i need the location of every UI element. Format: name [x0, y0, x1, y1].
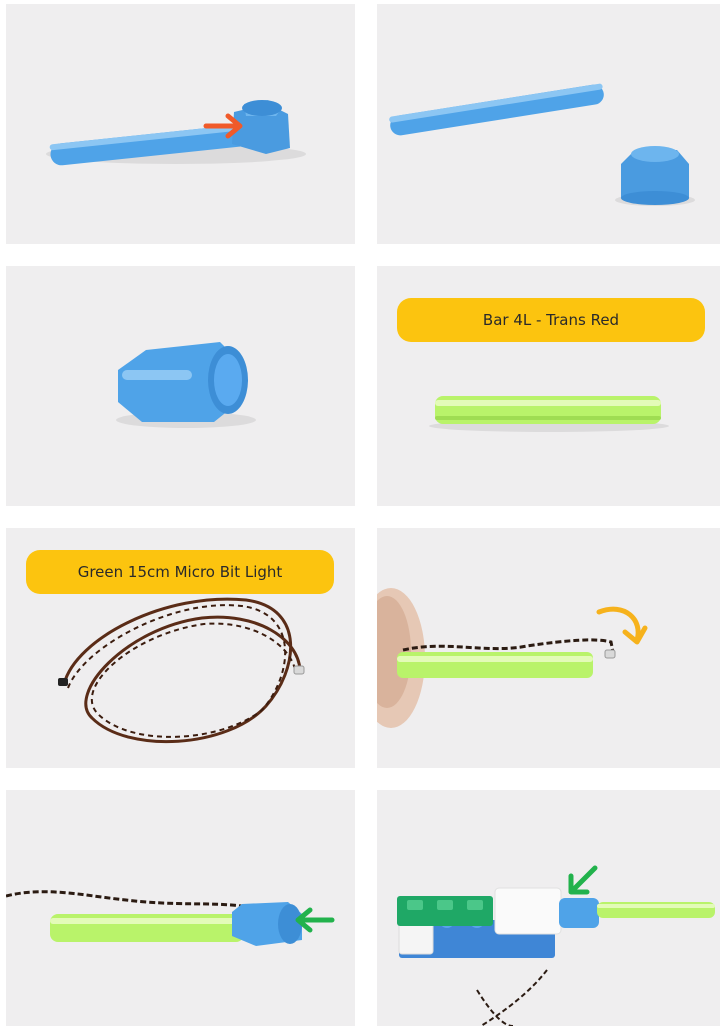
arrow-down-left-green-icon [568, 865, 598, 895]
step-photo-2 [377, 4, 720, 244]
curved-arrow-yellow-icon [596, 606, 648, 645]
bar-with-cone-illustration [46, 100, 306, 166]
step-photo-3 [6, 266, 355, 506]
cone-piece-illustration [116, 342, 256, 428]
step-photo-1 [6, 4, 355, 244]
step-photo-8 [377, 790, 720, 1026]
step-photo-7 [6, 790, 355, 1026]
trans-bar-illustration [429, 396, 669, 432]
cone-on-wired-bar-illustration [6, 890, 335, 946]
bar-and-cone-separate-illustration [389, 83, 695, 206]
arrow-left-green-icon [295, 907, 335, 933]
step-photo-4: Bar 4L - Trans Red [377, 266, 720, 506]
brick-assembly-illustration [397, 865, 715, 1026]
wire-on-bar-illustration [377, 588, 648, 728]
step-photo-5: Green 15cm Micro Bit Light [6, 528, 355, 768]
light-wire-illustration [58, 597, 305, 744]
step-photo-6 [377, 528, 720, 768]
